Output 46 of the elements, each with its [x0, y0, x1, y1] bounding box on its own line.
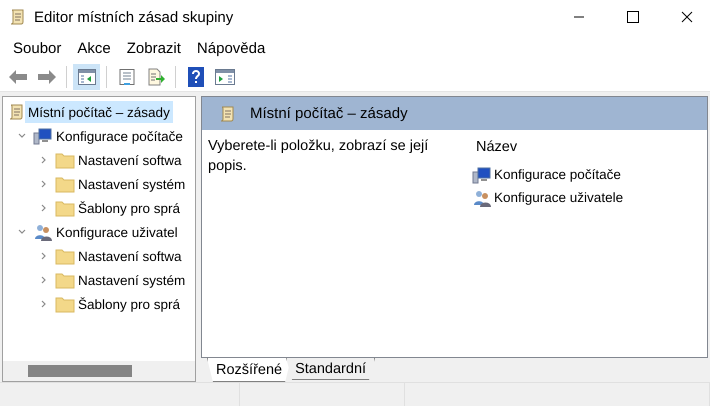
folder-icon: [55, 176, 75, 192]
view-tab[interactable]: Standardní: [286, 358, 376, 380]
folder-icon: [55, 248, 75, 264]
maximize-icon: [627, 11, 639, 23]
folder-icon: [55, 296, 75, 312]
list-item[interactable]: Konfigurace uživatele: [494, 190, 624, 205]
menu-item[interactable]: Zobrazit: [120, 38, 188, 58]
menu-item[interactable]: Nápověda: [190, 38, 272, 58]
tree-item[interactable]: Šablony pro sprá: [75, 293, 184, 315]
minimize-icon: [573, 16, 585, 18]
computer-icon: [472, 166, 492, 184]
tree-item[interactable]: Konfigurace počítače: [53, 125, 186, 147]
users-icon: [33, 223, 53, 241]
tree-pane-icon: [78, 68, 96, 84]
folder-icon: [55, 272, 75, 288]
users-icon: [472, 188, 492, 206]
forward-arrow-icon: [36, 68, 56, 84]
tree-item[interactable]: Nastavení softwa: [75, 149, 185, 171]
toolbar-button[interactable]: [73, 64, 100, 90]
back-arrow-icon: [8, 68, 28, 84]
tree-item[interactable]: Nastavení softwa: [75, 245, 185, 267]
window-title: Editor místních zásad skupiny: [34, 8, 234, 26]
properties-icon: [118, 68, 136, 86]
header-title: Místní počítač – zásady: [250, 105, 408, 122]
export-list-icon: [146, 68, 164, 86]
tree-item[interactable]: Konfigurace uživatel: [53, 221, 181, 243]
tree-item[interactable]: Šablony pro sprá: [75, 197, 184, 219]
tree-item[interactable]: Nastavení systém: [75, 173, 188, 195]
folder-icon: [55, 200, 75, 216]
scroll-icon: [218, 104, 236, 122]
column-header[interactable]: Název: [472, 136, 624, 163]
help-icon: [188, 66, 204, 86]
computer-icon: [33, 127, 53, 145]
close-icon: [681, 11, 693, 23]
scroll-icon: [7, 103, 25, 121]
folder-icon: [55, 152, 75, 168]
scroll-icon: [8, 8, 26, 26]
description-text: Vyberete-li položku, zobrazí se její popis.: [208, 137, 430, 176]
view-tab[interactable]: Rozšířené: [207, 358, 292, 382]
scrollbar-thumb[interactable]: [28, 365, 132, 377]
menu-item[interactable]: Soubor: [6, 38, 68, 58]
menu-item[interactable]: Akce: [70, 38, 118, 58]
list-item[interactable]: Konfigurace počítače: [494, 167, 621, 182]
tree-item[interactable]: Nastavení systém: [75, 269, 188, 291]
action-pane-icon: [214, 68, 234, 84]
tree-item[interactable]: Místní počítač – zásady: [25, 101, 173, 123]
